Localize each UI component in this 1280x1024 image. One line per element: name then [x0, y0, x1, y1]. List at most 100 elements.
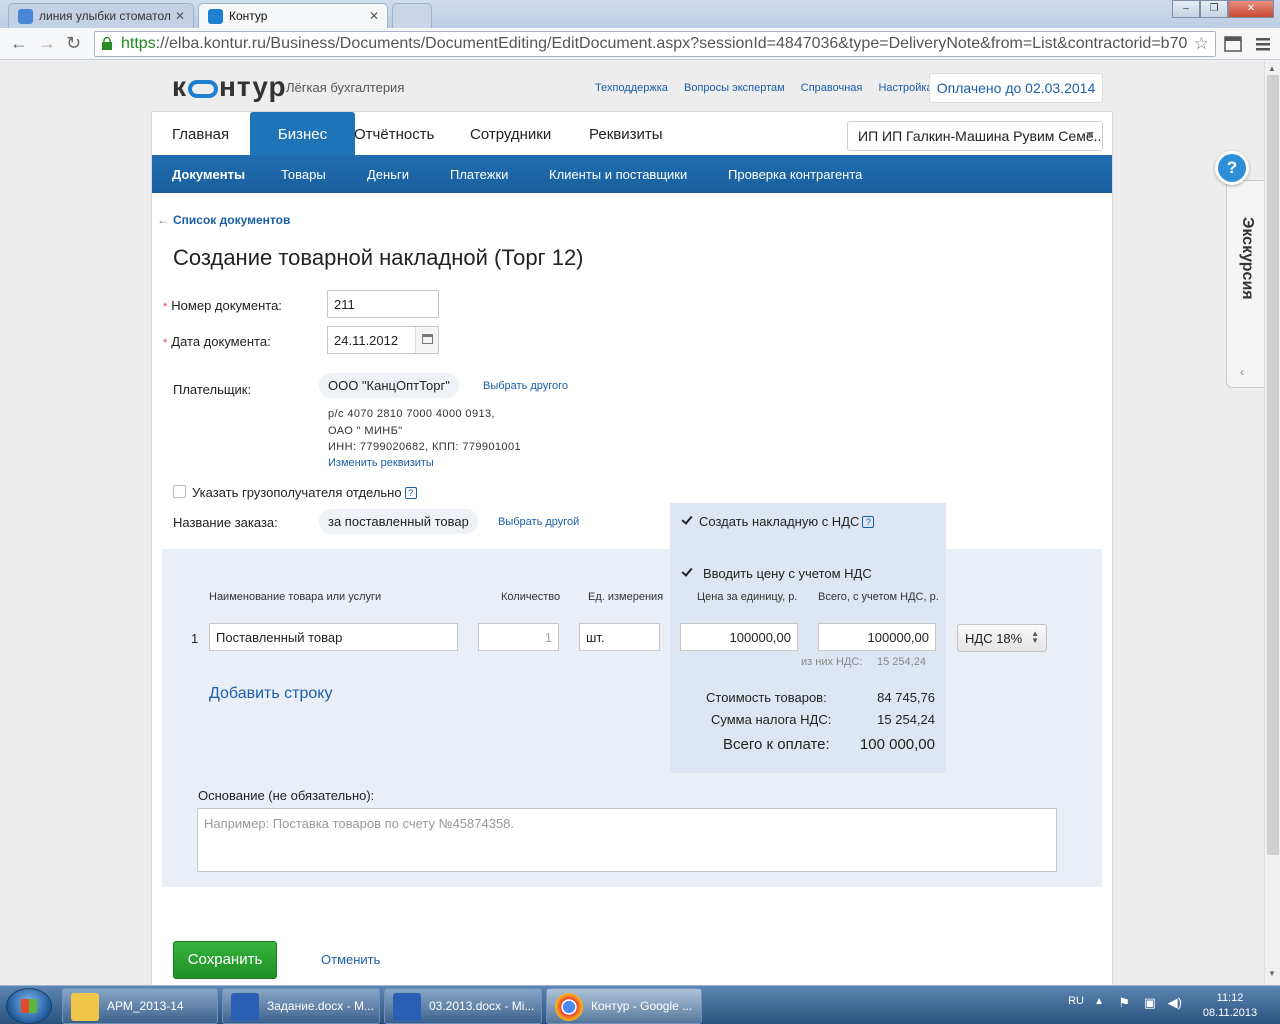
doc-number-input[interactable]: 211 [327, 290, 439, 318]
taskbar-chrome-label: Контур - Google ... [591, 999, 693, 1013]
minimize-icon[interactable]: ‒ [1172, 0, 1200, 18]
bookmark-star-icon[interactable]: ☆ [1194, 34, 1209, 54]
window-icon[interactable] [1224, 36, 1242, 52]
browser-titlebar: линия улыбки стоматол ✕ Контур ✕ ‒ ❐ ✕ [0, 0, 1280, 28]
flag-icon[interactable]: ⚑ [1118, 995, 1130, 1011]
goods-cost-label: Стоимость товаров: [706, 690, 827, 705]
main-content: Главная Бизнес Отчётность Сотрудники Рек… [151, 111, 1113, 985]
volume-icon[interactable]: ◀) [1168, 995, 1182, 1011]
scrollbar-thumb[interactable] [1267, 75, 1279, 855]
help-bubble-icon[interactable]: ? [1215, 151, 1249, 185]
add-row-link[interactable]: Добавить строку [209, 685, 332, 703]
item-qty-input[interactable]: 1 [478, 623, 559, 651]
taskbar-chrome[interactable]: Контур - Google ... [546, 988, 702, 1024]
subnav-check[interactable]: Проверка контрагента [728, 167, 862, 182]
consignee-checkbox[interactable] [173, 485, 186, 498]
item-price-input[interactable]: 100000,00 [680, 623, 798, 651]
chrome-icon [555, 993, 583, 1021]
doc-number-label: * Номер документа: [163, 298, 282, 313]
item-name-input[interactable]: Поставленный товар [209, 623, 458, 651]
browser-tab-2[interactable]: Контур ✕ [198, 3, 388, 28]
subnav-payments[interactable]: Платежки [450, 167, 508, 182]
nav-item-reports[interactable]: Отчётность [354, 126, 434, 143]
scroll-up-icon[interactable]: ▲ [1268, 64, 1276, 73]
back-arrow-icon[interactable]: ← [10, 33, 28, 54]
close-tab-icon[interactable]: ✕ [175, 9, 185, 23]
browser-tab-1[interactable]: линия улыбки стоматол ✕ [8, 3, 194, 28]
subnav-money[interactable]: Деньги [367, 167, 409, 182]
help-icon[interactable]: ? [862, 516, 875, 528]
close-window-icon[interactable]: ✕ [1228, 0, 1274, 18]
forward-arrow-icon[interactable]: → [38, 33, 56, 54]
save-button[interactable]: Сохранить [173, 941, 277, 979]
word-icon [393, 993, 421, 1021]
menu-icon[interactable] [1254, 36, 1272, 52]
cloud-icon [188, 80, 219, 98]
doc-date-input[interactable]: 24.11.2012 [327, 326, 439, 354]
windows-taskbar: АРМ_2013-14 Задание.docx - M... 03.2013.… [0, 985, 1280, 1024]
language-indicator[interactable]: RU [1068, 995, 1084, 1007]
col-header-total: Всего, с учетом НДС, р. [818, 591, 939, 603]
chevron-down-icon [1086, 132, 1094, 137]
link-support[interactable]: Техподдержка [595, 82, 668, 94]
vat-invoice-label-text: Создать накладную с НДС [699, 514, 860, 529]
close-tab-icon[interactable]: ✕ [369, 9, 379, 23]
item-total-input[interactable]: 100000,00 [818, 623, 936, 651]
address-bar[interactable]: https://elba.kontur.ru/Business/Document… [94, 31, 1216, 57]
window-controls: ‒ ❐ ✕ [1172, 0, 1274, 20]
logo-text-right: нтур [219, 71, 287, 102]
choose-other-order-link[interactable]: Выбрать другой [498, 516, 579, 528]
taskbar-folder[interactable]: АРМ_2013-14 [62, 988, 218, 1024]
vat-price-checkbox[interactable] [681, 566, 694, 579]
tour-panel[interactable]: ? Экскурсия ‹ [1215, 151, 1264, 388]
subnav-documents[interactable]: Документы [172, 167, 245, 182]
clock[interactable]: 11:12 08.11.2013 [1200, 991, 1260, 1021]
reload-icon[interactable]: ↻ [66, 33, 81, 54]
payer-account: р/с 4070 2810 7000 4000 0913, [328, 408, 495, 420]
link-help[interactable]: Справочная [801, 82, 863, 94]
taskbar-word-1[interactable]: Задание.docx - M... [222, 988, 380, 1024]
taskbar-word-2[interactable]: 03.2013.docx - Mi... [384, 988, 542, 1024]
link-settings[interactable]: Настройка [878, 82, 932, 94]
link-experts[interactable]: Вопросы экспертам [684, 82, 785, 94]
order-pill[interactable]: за поставленный товар [319, 509, 478, 534]
nav-item-business[interactable]: Бизнес [250, 112, 355, 156]
doc-date-value: 24.11.2012 [334, 333, 399, 348]
url-scheme: https [121, 35, 156, 52]
browser-tab-2-label: Контур [229, 9, 268, 23]
scroll-down-icon[interactable]: ▼ [1268, 969, 1276, 978]
cancel-link[interactable]: Отменить [321, 952, 380, 967]
page-scrollbar[interactable]: ▲ ▼ [1264, 61, 1280, 985]
nav-item-main[interactable]: Главная [172, 126, 229, 143]
google-favicon-icon [18, 9, 33, 24]
vat-invoice-checkbox[interactable] [681, 514, 694, 527]
page-title: Создание товарной накладной (Торг 12) [173, 245, 584, 270]
vat-rate-select[interactable]: НДС 18% ▲ ▼ [957, 624, 1047, 652]
item-unit-input[interactable]: шт. [579, 623, 660, 651]
maximize-icon[interactable]: ❐ [1200, 0, 1228, 18]
calendar-icon[interactable] [415, 327, 438, 353]
choose-other-payer-link[interactable]: Выбрать другого [483, 380, 568, 392]
order-label: Название заказа: [173, 515, 278, 530]
chevron-left-icon[interactable]: ‹ [1240, 365, 1244, 379]
network-icon[interactable]: ▣ [1144, 995, 1156, 1011]
help-icon[interactable]: ? [404, 487, 417, 499]
nav-item-employees[interactable]: Сотрудники [470, 126, 551, 143]
nav-item-requisites[interactable]: Реквизиты [589, 126, 663, 143]
doc-number-label-text: Номер документа: [171, 298, 282, 313]
top-links: Техподдержка Вопросы экспертам Справочна… [595, 82, 946, 94]
back-to-list-link[interactable]: ← Список документов [157, 213, 290, 227]
start-button[interactable] [6, 988, 52, 1024]
change-details-link[interactable]: Изменить реквизиты [328, 457, 434, 469]
payer-label: Плательщик: [173, 382, 252, 397]
tray-expand-icon[interactable]: ▲ [1094, 996, 1104, 1007]
kontur-logo[interactable]: к нтур [172, 71, 287, 103]
subnav-goods[interactable]: Товары [281, 167, 326, 182]
payer-pill[interactable]: ООО "КанцОптТорг" [319, 373, 459, 398]
organization-select[interactable]: ИП ИП Галкин-Машина Рувим Семе... [847, 121, 1103, 151]
new-tab-button[interactable] [392, 3, 432, 28]
subnav-clients[interactable]: Клиенты и поставщики [549, 167, 687, 182]
logo-text-left: к [172, 71, 188, 102]
paid-until-badge[interactable]: Оплачено до 02.03.2014 [929, 73, 1103, 103]
basis-textarea[interactable]: Например: Поставка товаров по счету №458… [197, 808, 1057, 872]
